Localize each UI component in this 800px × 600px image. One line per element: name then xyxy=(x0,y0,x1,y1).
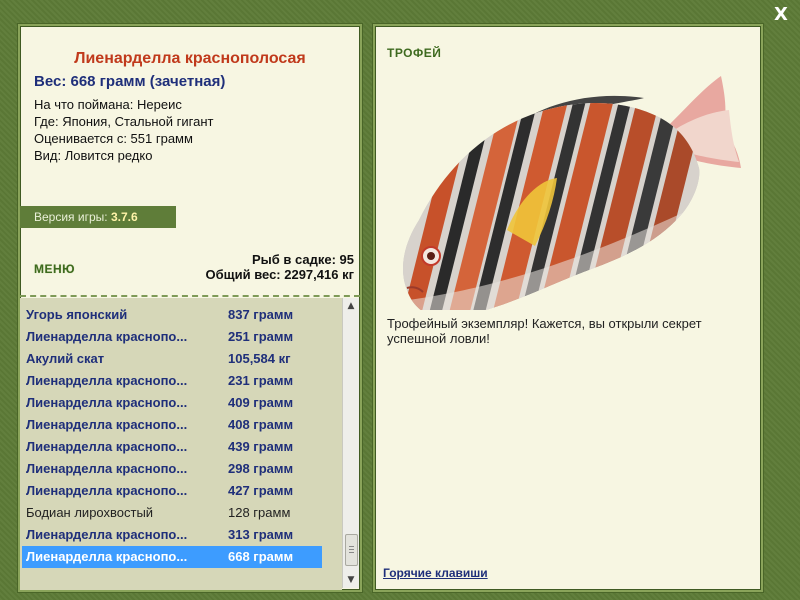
catch-fish-weight: 313 грамм xyxy=(228,527,294,542)
catch-fish-name: Лиенарделла краснопо... xyxy=(26,527,188,542)
catch-fish-weight: 439 грамм xyxy=(228,439,294,454)
catch-fish-weight: 105,584 кг xyxy=(228,351,291,366)
catch-list-row[interactable]: Лиенарделла краснопо... 668 грамм xyxy=(22,546,322,568)
catch-fish-name: Угорь японский xyxy=(26,307,128,322)
version-value: 3.7.6 xyxy=(110,210,138,224)
catch-fish-name: Лиенарделла краснопо... xyxy=(26,439,188,454)
fish-details: На что поймана: Нереис Где: Япония, Стал… xyxy=(34,96,213,164)
close-button[interactable]: X xyxy=(772,6,790,24)
fish-count: Рыб в садке: 95 xyxy=(251,252,354,267)
catch-fish-weight: 668 грамм xyxy=(228,549,294,564)
total-weight: Общий вес: 2297,416 кг xyxy=(205,267,354,282)
menu-button[interactable]: МЕНЮ xyxy=(34,262,75,276)
fish-evaluation: Оценивается с: 551 грамм xyxy=(34,131,193,146)
catch-fish-weight: 427 грамм xyxy=(228,483,294,498)
catch-list-row[interactable]: Лиенарделла краснопо... 409 грамм xyxy=(22,392,322,414)
fish-location: Где: Япония, Стальной гигант xyxy=(34,114,214,129)
catch-fish-weight: 128 грамм xyxy=(228,505,291,520)
catch-list-row[interactable]: Лиенарделла краснопо... 408 грамм xyxy=(22,414,322,436)
catch-fish-name: Лиенарделла краснопо... xyxy=(26,329,188,344)
catch-list-row[interactable]: Лиенарделла краснопо... 439 грамм xyxy=(22,436,322,458)
hotkeys-link[interactable]: Горячие клавиши xyxy=(383,566,488,580)
catch-fish-name: Лиенарделла краснопо... xyxy=(26,417,188,432)
list-scrollbar[interactable]: ▲ ▼ xyxy=(342,298,359,588)
catch-list-row[interactable]: Лиенарделла краснопо... 313 грамм xyxy=(22,524,322,546)
scroll-down-arrow-icon[interactable]: ▼ xyxy=(343,572,359,588)
catch-fish-name: Бодиан лирохвостый xyxy=(26,505,154,520)
catch-fish-weight: 231 грамм xyxy=(228,373,294,388)
catch-fish-weight: 837 грамм xyxy=(228,307,294,322)
catch-fish-name: Лиенарделла краснопо... xyxy=(26,549,188,564)
catch-list-row[interactable]: Бодиан лирохвостый 128 грамм xyxy=(22,502,322,524)
catch-list[interactable]: Угорь японский 837 грамм Лиенарделла красн… xyxy=(20,298,342,590)
fish-bait: На что поймана: Нереис xyxy=(34,97,182,112)
catch-fish-weight: 298 грамм xyxy=(228,461,294,476)
trophy-message: Трофейный экземпляр! Кажется, вы открыли… xyxy=(387,316,702,346)
trophy-panel: ТРОФЕЙ Трофейный экземпляр! Кажется, вы … xyxy=(373,24,763,592)
catch-fish-weight: 251 грамм xyxy=(228,329,294,344)
trophy-label: ТРОФЕЙ xyxy=(387,46,442,60)
divider xyxy=(20,295,360,297)
catch-fish-name: Акулий скат xyxy=(26,351,105,366)
fish-info-panel: Лиенарделла краснополосая Вес: 668 грамм… xyxy=(18,24,362,592)
fish-image xyxy=(403,76,741,310)
catch-list-row[interactable]: Лиенарделла краснопо... 298 грамм xyxy=(22,458,322,480)
fish-title: Лиенарделла краснополосая xyxy=(74,50,306,67)
catch-list-row[interactable]: Лиенарделла краснопо... 231 грамм xyxy=(22,370,322,392)
catch-list-row[interactable]: Акулий скат 105,584 кг xyxy=(22,348,322,370)
scroll-thumb[interactable] xyxy=(345,534,358,566)
keepnet-stats: Рыб в садке: 95 Общий вес: 2297,416 кг xyxy=(205,252,354,282)
catch-fish-name: Лиенарделла краснопо... xyxy=(26,483,188,498)
fish-rarity: Вид: Ловится редко xyxy=(34,148,153,163)
catch-list-row[interactable]: Лиенарделла краснопо... 251 грамм xyxy=(22,326,322,348)
catch-fish-weight: 408 грамм xyxy=(228,417,294,432)
version-label: Версия игры: xyxy=(34,210,108,224)
catch-fish-name: Лиенарделла краснопо... xyxy=(26,461,188,476)
version-bar: Версия игры: 3.7.6 xyxy=(20,206,176,228)
catch-list-row[interactable]: Угорь японский 837 грамм xyxy=(22,304,322,326)
catch-fish-name: Лиенарделла краснопо... xyxy=(26,395,188,410)
catch-fish-name: Лиенарделла краснопо... xyxy=(26,373,188,388)
fish-weight: Вес: 668 грамм (зачетная) xyxy=(34,73,226,90)
catch-list-row[interactable]: Лиенарделла краснопо... 427 грамм xyxy=(22,480,322,502)
catch-fish-weight: 409 грамм xyxy=(228,395,294,410)
scroll-up-arrow-icon[interactable]: ▲ xyxy=(343,298,359,314)
